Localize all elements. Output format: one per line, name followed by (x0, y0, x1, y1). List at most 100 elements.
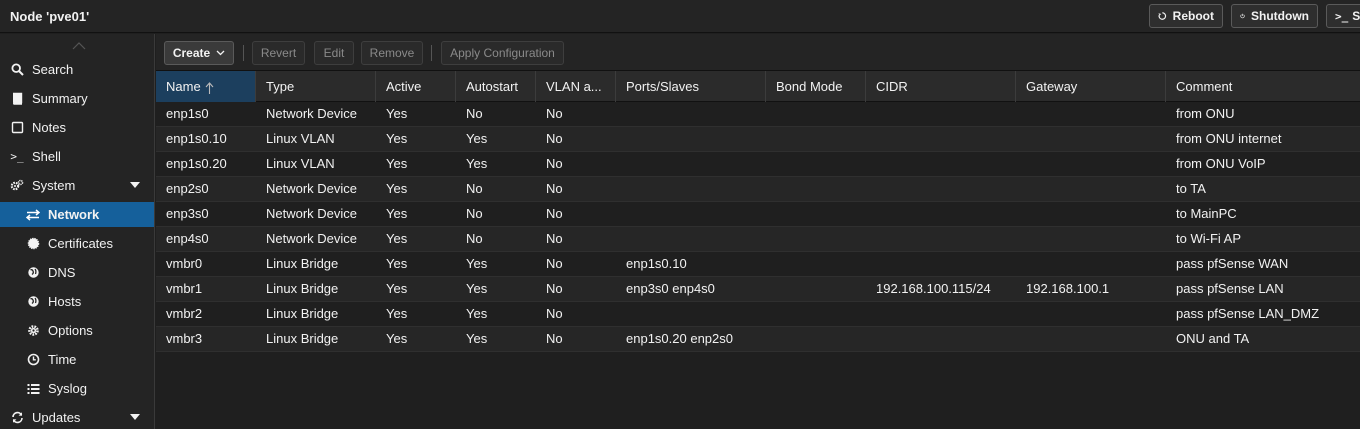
table-row[interactable]: enp1s0 Network Device Yes No No from ONU (156, 102, 1360, 127)
table-row[interactable]: vmbr2 Linux Bridge Yes Yes No pass pfSense LA… (156, 302, 1360, 327)
cell-name: vmbr3 (166, 331, 203, 346)
sidebar-item-label: Hosts (48, 294, 82, 309)
cogs-icon (10, 179, 24, 193)
apply-configuration-button[interactable]: Apply Configuration (441, 41, 564, 65)
sidebar-item-system[interactable]: System (0, 173, 154, 198)
remove-label: Remove (369, 46, 415, 60)
cell-bond-mode (766, 102, 866, 126)
cell-type: Linux Bridge (266, 256, 339, 271)
cell-comment: to MainPC (1176, 206, 1237, 221)
chevron-up-icon[interactable] (72, 42, 86, 50)
cell-gateway (1016, 152, 1166, 176)
cell-name: enp3s0 (166, 206, 209, 221)
table-row[interactable]: enp2s0 Network Device Yes No No to TA (156, 177, 1360, 202)
sidebar-item-hosts[interactable]: Hosts (0, 289, 154, 314)
table-row[interactable]: vmbr1 Linux Bridge Yes Yes No enp3s0 enp4s0 19… (156, 277, 1360, 302)
node-title: Node 'pve01' (10, 9, 90, 24)
cell-vlan-aware: No (546, 281, 563, 296)
column-header-gateway[interactable]: Gateway (1016, 71, 1166, 102)
cell-active: Yes (386, 281, 408, 296)
column-header-autostart[interactable]: Autostart (456, 71, 536, 102)
sidebar-item-dns[interactable]: DNS (0, 260, 154, 285)
cell-autostart: Yes (466, 281, 488, 296)
search-icon (10, 63, 24, 77)
edit-button[interactable]: Edit (314, 41, 354, 65)
cell-bond-mode (766, 252, 866, 276)
sidebar-item-time[interactable]: Time (0, 347, 154, 372)
column-header-comment[interactable]: Comment (1166, 71, 1360, 102)
sidebar-item-label: DNS (48, 265, 76, 280)
revert-button[interactable]: Revert (252, 41, 305, 65)
sidebar-item-options[interactable]: Options (0, 318, 154, 343)
sidebar-item-notes[interactable]: Notes (0, 115, 154, 140)
column-header-cidr[interactable]: CIDR (866, 71, 1016, 102)
cell-name: enp1s0 (166, 106, 209, 121)
cell-cidr (866, 202, 1016, 226)
cell-type: Network Device (266, 231, 358, 246)
column-header-bond-mode[interactable]: Bond Mode (766, 71, 866, 102)
shutdown-button[interactable]: Shutdown (1231, 4, 1318, 28)
sidebar-item-syslog[interactable]: Syslog (0, 376, 154, 401)
gear-icon (26, 324, 40, 338)
sidebar-item-label: Shell (32, 149, 61, 164)
cell-name: enp2s0 (166, 181, 209, 196)
create-button[interactable]: Create (164, 41, 234, 65)
chevron-down-icon (216, 50, 225, 56)
sidebar-item-label: Syslog (48, 381, 88, 396)
sidebar-item-label: Options (48, 323, 93, 338)
column-header-type[interactable]: Type (256, 71, 376, 102)
sidebar-item-shell[interactable]: >_ Shell (0, 144, 154, 169)
cell-vlan-aware: No (546, 106, 563, 121)
column-header-active[interactable]: Active (376, 71, 456, 102)
toolbar-separator (431, 45, 432, 61)
revert-label: Revert (260, 46, 297, 60)
sidebar-item-network[interactable]: Network (0, 202, 154, 227)
table-row[interactable]: enp1s0.10 Linux VLAN Yes Yes No from ONU inte… (156, 127, 1360, 152)
cell-cidr (866, 177, 1016, 201)
table-row[interactable]: enp3s0 Network Device Yes No No to MainPC (156, 202, 1360, 227)
table-row[interactable]: enp1s0.20 Linux VLAN Yes Yes No from ONU VoIP (156, 152, 1360, 177)
sidebar-item-summary[interactable]: Summary (0, 86, 154, 111)
cell-vlan-aware: No (546, 331, 563, 346)
cell-bond-mode (766, 302, 866, 326)
column-header-vlan-aware[interactable]: VLAN a... (536, 71, 616, 102)
table-row[interactable]: vmbr3 Linux Bridge Yes Yes No enp1s0.20 enp2s… (156, 327, 1360, 352)
cell-name: vmbr0 (166, 256, 203, 271)
table-row[interactable]: enp4s0 Network Device Yes No No to Wi-Fi AP (156, 227, 1360, 252)
cell-cidr (866, 227, 1016, 251)
cell-comment: pass pfSense LAN_DMZ (1176, 306, 1320, 321)
cell-gateway (1016, 227, 1166, 251)
sidebar-item-label: Search (32, 62, 74, 77)
cell-bond-mode (766, 177, 866, 201)
clock-icon (26, 353, 40, 367)
reboot-button[interactable]: Reboot (1149, 4, 1223, 28)
note-icon (10, 121, 24, 135)
cell-active: Yes (386, 131, 408, 146)
network-grid: Name Type Active Autostart VLAN a... Por… (156, 71, 1360, 429)
column-header-name[interactable]: Name (156, 71, 256, 102)
column-header-ports-slaves[interactable]: Ports/Slaves (616, 71, 766, 102)
shell-button[interactable]: >_ S (1326, 4, 1360, 28)
sidebar-item-label: Time (48, 352, 77, 367)
cell-type: Network Device (266, 181, 358, 196)
cell-active: Yes (386, 231, 408, 246)
remove-button[interactable]: Remove (361, 41, 423, 65)
cell-ports-slaves (616, 202, 766, 226)
sidebar-item-label: Certificates (48, 236, 114, 251)
sidebar-item-search[interactable]: Search (0, 57, 154, 82)
cell-active: Yes (386, 331, 408, 346)
cell-cidr (866, 127, 1016, 151)
sidebar-item-updates[interactable]: Updates (0, 405, 154, 429)
cell-ports-slaves: enp1s0.20 enp2s0 (626, 331, 733, 346)
table-row[interactable]: vmbr0 Linux Bridge Yes Yes No enp1s0.10 pass p… (156, 252, 1360, 277)
cell-comment: ONU and TA (1176, 331, 1250, 346)
grid-header: Name Type Active Autostart VLAN a... Por… (156, 71, 1360, 102)
cell-bond-mode (766, 327, 866, 351)
cell-gateway (1016, 302, 1166, 326)
cell-autostart: No (466, 181, 483, 196)
cell-gateway (1016, 327, 1166, 351)
cell-comment: pass pfSense LAN (1176, 281, 1284, 296)
sidebar-item-certificates[interactable]: Certificates (0, 231, 154, 256)
cell-ports-slaves (616, 152, 766, 176)
cell-gateway (1016, 177, 1166, 201)
